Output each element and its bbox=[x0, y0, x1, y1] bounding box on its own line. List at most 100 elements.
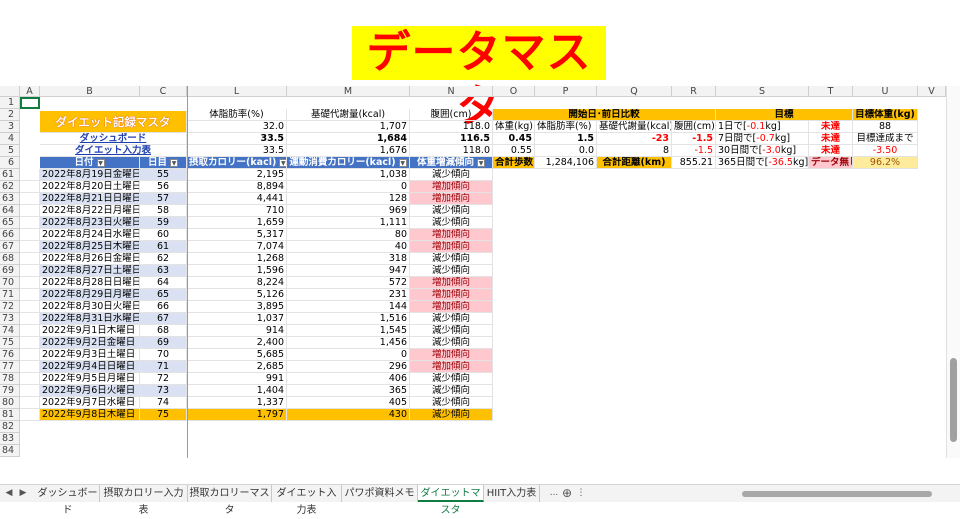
row-header-66[interactable]: 66 bbox=[0, 229, 20, 241]
weight-trend-cell[interactable]: 減少傾向 bbox=[410, 205, 493, 217]
row-header-77[interactable]: 77 bbox=[0, 361, 20, 373]
goal-text[interactable]: 1日で[-0.1kg] bbox=[716, 121, 809, 133]
cell-A[interactable] bbox=[20, 181, 40, 193]
column-header-B[interactable]: B bbox=[40, 86, 140, 97]
row-header-78[interactable]: 78 bbox=[0, 373, 20, 385]
row-header-61[interactable]: 61 bbox=[0, 169, 20, 181]
date-cell[interactable]: 2022年8月27日土曜日 bbox=[40, 265, 140, 277]
burned-calories-cell[interactable]: 1,516 bbox=[287, 313, 410, 325]
cell-A[interactable] bbox=[20, 385, 40, 397]
bmr-prev[interactable]: 1,676 bbox=[287, 145, 410, 157]
cell-A[interactable] bbox=[20, 289, 40, 301]
intake-calories-cell[interactable]: 2,195 bbox=[187, 169, 287, 181]
row-header-2[interactable]: 2 bbox=[0, 109, 20, 121]
row-header-4[interactable]: 4 bbox=[0, 133, 20, 145]
row-header-84[interactable]: 84 bbox=[0, 445, 20, 457]
cell-A[interactable] bbox=[20, 169, 40, 181]
body-fat-diff-start[interactable]: 1.5 bbox=[535, 133, 597, 145]
weight-trend-cell[interactable]: 増加傾向 bbox=[410, 229, 493, 241]
intake-calories-cell[interactable]: 1,797 bbox=[187, 409, 287, 421]
body-fat-prev[interactable]: 33.5 bbox=[187, 145, 287, 157]
burned-calories-cell[interactable]: 405 bbox=[287, 397, 410, 409]
day-number-cell[interactable]: 68 bbox=[140, 325, 187, 337]
date-cell[interactable]: 2022年9月8日木曜日 bbox=[40, 409, 140, 421]
column-header-L[interactable]: L bbox=[187, 86, 287, 97]
filter-dropdown-icon[interactable]: ▼ bbox=[398, 158, 407, 167]
cell-A[interactable] bbox=[20, 373, 40, 385]
day-number-cell[interactable]: 65 bbox=[140, 289, 187, 301]
row-header-1[interactable]: 1 bbox=[0, 97, 20, 109]
sheet-tab[interactable]: ダッシュボード bbox=[36, 485, 100, 516]
burned-calories-cell[interactable]: 0 bbox=[287, 181, 410, 193]
date-cell[interactable]: 2022年9月2日金曜日 bbox=[40, 337, 140, 349]
cell-A[interactable] bbox=[20, 361, 40, 373]
date-cell[interactable]: 2022年9月3日土曜日 bbox=[40, 349, 140, 361]
tab-scroll-right-icon[interactable]: ▶ bbox=[16, 485, 30, 502]
date-cell[interactable]: 2022年9月5日月曜日 bbox=[40, 373, 140, 385]
add-sheet-icon[interactable]: ⊕ bbox=[560, 485, 574, 502]
column-header-C[interactable]: C bbox=[140, 86, 187, 97]
intake-calories-cell[interactable]: 914 bbox=[187, 325, 287, 337]
no-data-badge[interactable]: データ無し bbox=[809, 157, 853, 169]
horizontal-scrollbar[interactable] bbox=[590, 490, 946, 498]
burned-calories-cell[interactable]: 406 bbox=[287, 373, 410, 385]
label-waist[interactable]: 腹囲(cm) bbox=[672, 121, 716, 133]
row-header-65[interactable]: 65 bbox=[0, 217, 20, 229]
header-bmr[interactable]: 基礎代謝量(kcal) bbox=[287, 109, 410, 121]
burned-calories-cell[interactable]: 365 bbox=[287, 385, 410, 397]
day-number-cell[interactable]: 57 bbox=[140, 193, 187, 205]
column-header-Q[interactable]: Q bbox=[597, 86, 672, 97]
cell-A[interactable] bbox=[20, 301, 40, 313]
date-cell[interactable]: 2022年8月26日金曜日 bbox=[40, 253, 140, 265]
burned-calories-cell[interactable]: 144 bbox=[287, 301, 410, 313]
row-header-68[interactable]: 68 bbox=[0, 253, 20, 265]
date-cell[interactable]: 2022年9月4日日曜日 bbox=[40, 361, 140, 373]
cell-A[interactable] bbox=[20, 217, 40, 229]
intake-calories-cell[interactable]: 8,894 bbox=[187, 181, 287, 193]
column-header-N[interactable]: N bbox=[410, 86, 493, 97]
cell-A[interactable] bbox=[20, 265, 40, 277]
day-number-cell[interactable]: 58 bbox=[140, 205, 187, 217]
weight-trend-cell[interactable]: 減少傾向 bbox=[410, 253, 493, 265]
selected-cell-A1[interactable] bbox=[20, 97, 40, 109]
burned-calories-cell[interactable]: 296 bbox=[287, 361, 410, 373]
goal-status[interactable]: 未達 bbox=[809, 133, 853, 145]
row-header-63[interactable]: 63 bbox=[0, 193, 20, 205]
burned-calories-cell[interactable]: 1,545 bbox=[287, 325, 410, 337]
kg-to-goal[interactable]: -3.50 bbox=[853, 145, 918, 157]
day-number-cell[interactable]: 61 bbox=[140, 241, 187, 253]
intake-calories-cell[interactable]: 1,268 bbox=[187, 253, 287, 265]
row-header-72[interactable]: 72 bbox=[0, 301, 20, 313]
target-weight-value[interactable]: 88 bbox=[853, 121, 918, 133]
filter-dropdown-icon[interactable]: ▼ bbox=[279, 158, 286, 167]
diet-input-link[interactable]: ダイエット入力表 bbox=[40, 145, 187, 157]
column-header-O[interactable]: O bbox=[493, 86, 535, 97]
label-weight[interactable]: 体重(kg) bbox=[493, 121, 535, 133]
burned-calories-cell[interactable]: 430 bbox=[287, 409, 410, 421]
cell-A[interactable] bbox=[20, 349, 40, 361]
row-header-71[interactable]: 71 bbox=[0, 289, 20, 301]
achievement-rate[interactable]: 96.2% bbox=[853, 157, 918, 169]
date-cell[interactable]: 2022年9月7日水曜日 bbox=[40, 397, 140, 409]
day-number-cell[interactable]: 74 bbox=[140, 397, 187, 409]
row-header-79[interactable]: 79 bbox=[0, 385, 20, 397]
label-body-fat[interactable]: 体脂肪率(%) bbox=[535, 121, 597, 133]
row-header-83[interactable]: 83 bbox=[0, 433, 20, 445]
spreadsheet-grid[interactable]: A B C L M N O P Q R S T U V 1 2 3 4 5 6 体脂肪率(%) 基礎代謝量(kcal) 腹囲… bbox=[0, 86, 960, 458]
date-cell[interactable]: 2022年8月31日水曜日 bbox=[40, 313, 140, 325]
bmr-diff-prev[interactable]: 8 bbox=[597, 145, 672, 157]
dashboard-link[interactable]: ダッシュボード bbox=[40, 133, 187, 145]
burned-calories-cell[interactable]: 0 bbox=[287, 349, 410, 361]
sheet-tab[interactable]: ダイエットマスタ bbox=[418, 485, 484, 516]
column-header-U[interactable]: U bbox=[853, 86, 918, 97]
row-header-81[interactable]: 81 bbox=[0, 409, 20, 421]
until-goal-label[interactable]: 目標達成まで bbox=[853, 133, 918, 145]
intake-calories-cell[interactable]: 1,337 bbox=[187, 397, 287, 409]
cell-A[interactable] bbox=[20, 241, 40, 253]
day-number-cell[interactable]: 69 bbox=[140, 337, 187, 349]
cell-A[interactable] bbox=[20, 409, 40, 421]
intake-calories-cell[interactable]: 3,895 bbox=[187, 301, 287, 313]
header-intake-calories[interactable]: 摂取カロリー(kacl) ▼ bbox=[187, 157, 287, 169]
row-header-80[interactable]: 80 bbox=[0, 397, 20, 409]
row-header-5[interactable]: 5 bbox=[0, 145, 20, 157]
